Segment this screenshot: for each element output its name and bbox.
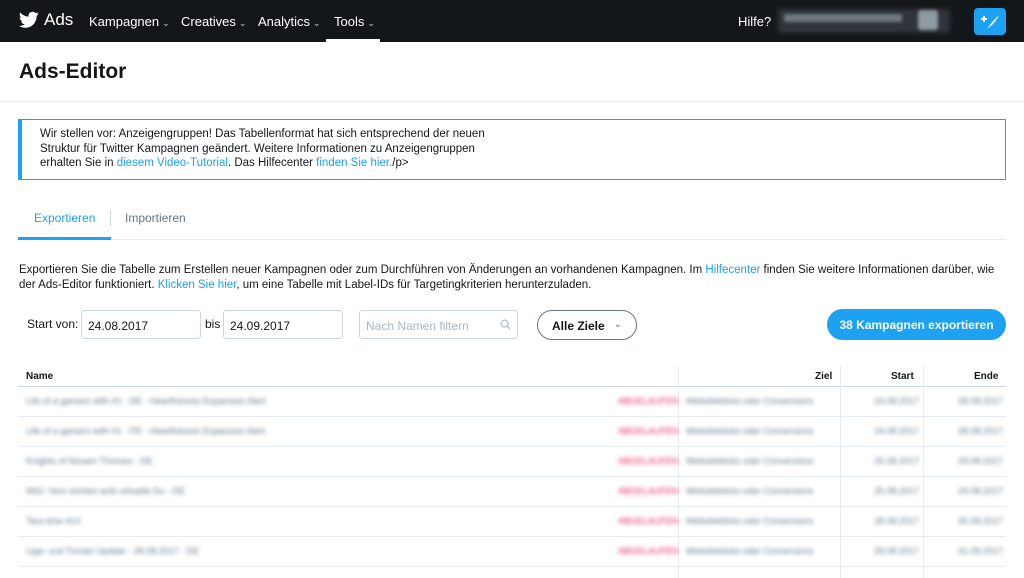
nav-kampagnen[interactable]: Kampagnen ⌄	[89, 14, 170, 29]
campaign-start: 28.08.2017	[874, 516, 920, 526]
notice-line-1: Wir stellen vor: Anzeigengruppen! Das Ta…	[40, 128, 485, 140]
description-text: Exportieren Sie die Tabelle zum Erstelle…	[19, 264, 706, 276]
nav-creatives[interactable]: Creatives ⌄	[181, 14, 246, 29]
help-link[interactable]: Hilfe?	[738, 14, 771, 29]
status-badge: ABGELAUFEN	[618, 426, 679, 436]
chevron-down-icon: ⌄	[367, 18, 375, 28]
status-badge: ABGELAUFEN	[618, 546, 679, 556]
export-campaigns-button[interactable]: 38 Kampagnen exportieren	[827, 309, 1006, 340]
goals-dropdown-label: Alle Ziele	[552, 319, 605, 333]
chevron-down-icon: ⌄	[613, 319, 622, 330]
click-here-link[interactable]: Klicken Sie hier	[158, 279, 237, 291]
brand-label: Ads	[44, 10, 74, 29]
brand-logo[interactable]: Ads	[19, 10, 73, 30]
campaign-start: 24.08.2017	[874, 396, 920, 406]
campaign-goal: Websiteklicks oder Conversions	[686, 516, 814, 526]
nav-tools[interactable]: Tools ⌄	[334, 14, 375, 29]
campaign-name[interactable]: Life of a gamers with #1 - DE - Heartful…	[26, 396, 266, 406]
account-name	[784, 14, 902, 22]
campaign-end: 28.08.2017	[958, 396, 1004, 406]
info-notice: Wir stellen vor: Anzeigengruppen! Das Ta…	[18, 119, 1006, 180]
name-filter-placeholder: Nach Namen filtern	[366, 319, 469, 333]
page-title: Ads-Editor	[19, 60, 127, 83]
help-center-link[interactable]: finden Sie hier.	[316, 157, 392, 169]
nav-creatives-label: Creatives	[181, 14, 236, 29]
tab-bar: Exportieren Importieren	[18, 202, 1006, 240]
column-header-end[interactable]: Ende	[974, 371, 998, 382]
campaign-start: 24.08.2017	[874, 426, 920, 436]
table-header: Name Ziel Start Ende	[18, 366, 1006, 387]
column-header-name[interactable]: Name	[26, 371, 53, 382]
campaign-start: 25.08.2017	[874, 486, 920, 496]
goals-dropdown[interactable]: Alle Ziele ⌄	[537, 310, 637, 340]
table-row[interactable]: Liga- und Turnier Update - 28.08.2017 - …	[18, 537, 1006, 567]
twitter-bird-icon	[19, 11, 39, 28]
compose-tweet-button[interactable]	[974, 8, 1006, 35]
campaign-goal: Websiteklicks oder Conversions	[686, 486, 814, 496]
chevron-down-icon: ⌄	[238, 18, 247, 28]
chevron-down-icon: ⌄	[162, 18, 170, 28]
table-row[interactable]: Knights of Nosam Thrones - DE ABGELAUFEN…	[18, 447, 1006, 477]
top-nav: Ads Kampagnen ⌄ Creatives ⌄ Analytics ⌄ Too…	[0, 0, 1024, 42]
status-badge: ABGELAUFEN	[618, 486, 679, 496]
nav-kampagnen-label: Kampagnen	[89, 14, 160, 29]
notice-text: . Das Hilfecenter	[227, 157, 317, 169]
start-date-input[interactable]: 24.08.2017	[81, 310, 201, 339]
notice-line-2: Struktur für Twitter Kampagnen geändert.…	[40, 142, 475, 155]
campaign-goal: Websiteklicks oder Conversions	[686, 546, 814, 556]
status-badge: ABGELAUFEN	[618, 516, 679, 526]
status-badge: ABGELAUFEN	[618, 396, 679, 406]
table-row[interactable]: WiG: Vom sichten aufs virtuelle Du - DE …	[18, 477, 1006, 507]
avatar[interactable]	[918, 10, 938, 30]
campaign-goal: Websiteklicks oder Conversions	[686, 396, 814, 406]
column-header-start[interactable]: Start	[891, 371, 914, 382]
campaign-start: 28.08.2017	[874, 546, 920, 556]
nav-analytics-label: Analytics	[258, 14, 311, 29]
notice-text: erhalten Sie in	[40, 157, 117, 169]
campaign-goal: Websiteklicks oder Conversions	[686, 426, 814, 436]
campaign-end: 30.08.2017	[958, 516, 1004, 526]
campaign-goal: Websiteklicks oder Conversions	[686, 456, 814, 466]
start-date-label: Start von:	[27, 317, 79, 331]
column-header-goal[interactable]: Ziel	[815, 371, 832, 382]
campaign-name[interactable]: WiG: Vom sichten aufs virtuelle Du - DE	[26, 486, 185, 496]
description-text: , um eine Tabelle mit Label-IDs für Targ…	[236, 279, 592, 291]
table-row[interactable]: Tara time #14 ABGELAUFEN Websiteklicks o…	[18, 507, 1006, 537]
status-badge: ABGELAUFEN	[618, 456, 679, 466]
nav-analytics[interactable]: Analytics ⌄	[258, 14, 321, 29]
notice-text: /p>	[392, 157, 409, 169]
compose-feather-icon	[981, 14, 999, 29]
name-filter-input[interactable]: Nach Namen filtern	[359, 310, 518, 339]
end-date-input[interactable]: 24.09.2017	[223, 310, 343, 339]
campaign-end: 29.08.2017	[958, 456, 1004, 466]
tab-separator	[110, 210, 111, 226]
tab-export[interactable]: Exportieren	[34, 211, 95, 225]
search-icon	[500, 319, 511, 330]
video-tutorial-link[interactable]: diesem Video-Tutorial	[117, 157, 228, 169]
campaign-end: 01.09.2017	[958, 546, 1004, 556]
nav-active-indicator	[326, 39, 380, 42]
divider	[0, 101, 1024, 102]
notice-line-3: erhalten Sie in diesem Video-Tutorial. D…	[40, 156, 987, 171]
campaign-start: 25.08.2017	[874, 456, 920, 466]
end-date-label: bis	[205, 317, 221, 331]
campaign-name[interactable]: Knights of Nosam Thrones - DE	[26, 456, 153, 466]
table-row[interactable]: Life of a gamers with #1 - DE - Heartful…	[18, 387, 1006, 417]
campaign-name[interactable]: Tara time #14	[26, 516, 81, 526]
tab-import[interactable]: Importieren	[125, 211, 186, 225]
campaign-name[interactable]: Life of a gamers with #1 - FR - Heartful…	[26, 426, 265, 436]
campaign-end: 28.08.2017	[958, 426, 1004, 436]
table-row[interactable]: Life of a gamers with #1 - FR - Heartful…	[18, 417, 1006, 447]
nav-tools-label: Tools	[334, 14, 365, 29]
export-description: Exportieren Sie die Tabelle zum Erstelle…	[19, 263, 1009, 293]
active-tab-indicator	[18, 237, 111, 240]
campaign-end: 29.08.2017	[958, 486, 1004, 496]
chevron-down-icon: ⌄	[313, 18, 321, 28]
campaign-name[interactable]: Liga- und Turnier Update - 28.08.2017 - …	[26, 546, 199, 556]
hilfecenter-link[interactable]: Hilfecenter	[705, 264, 760, 276]
